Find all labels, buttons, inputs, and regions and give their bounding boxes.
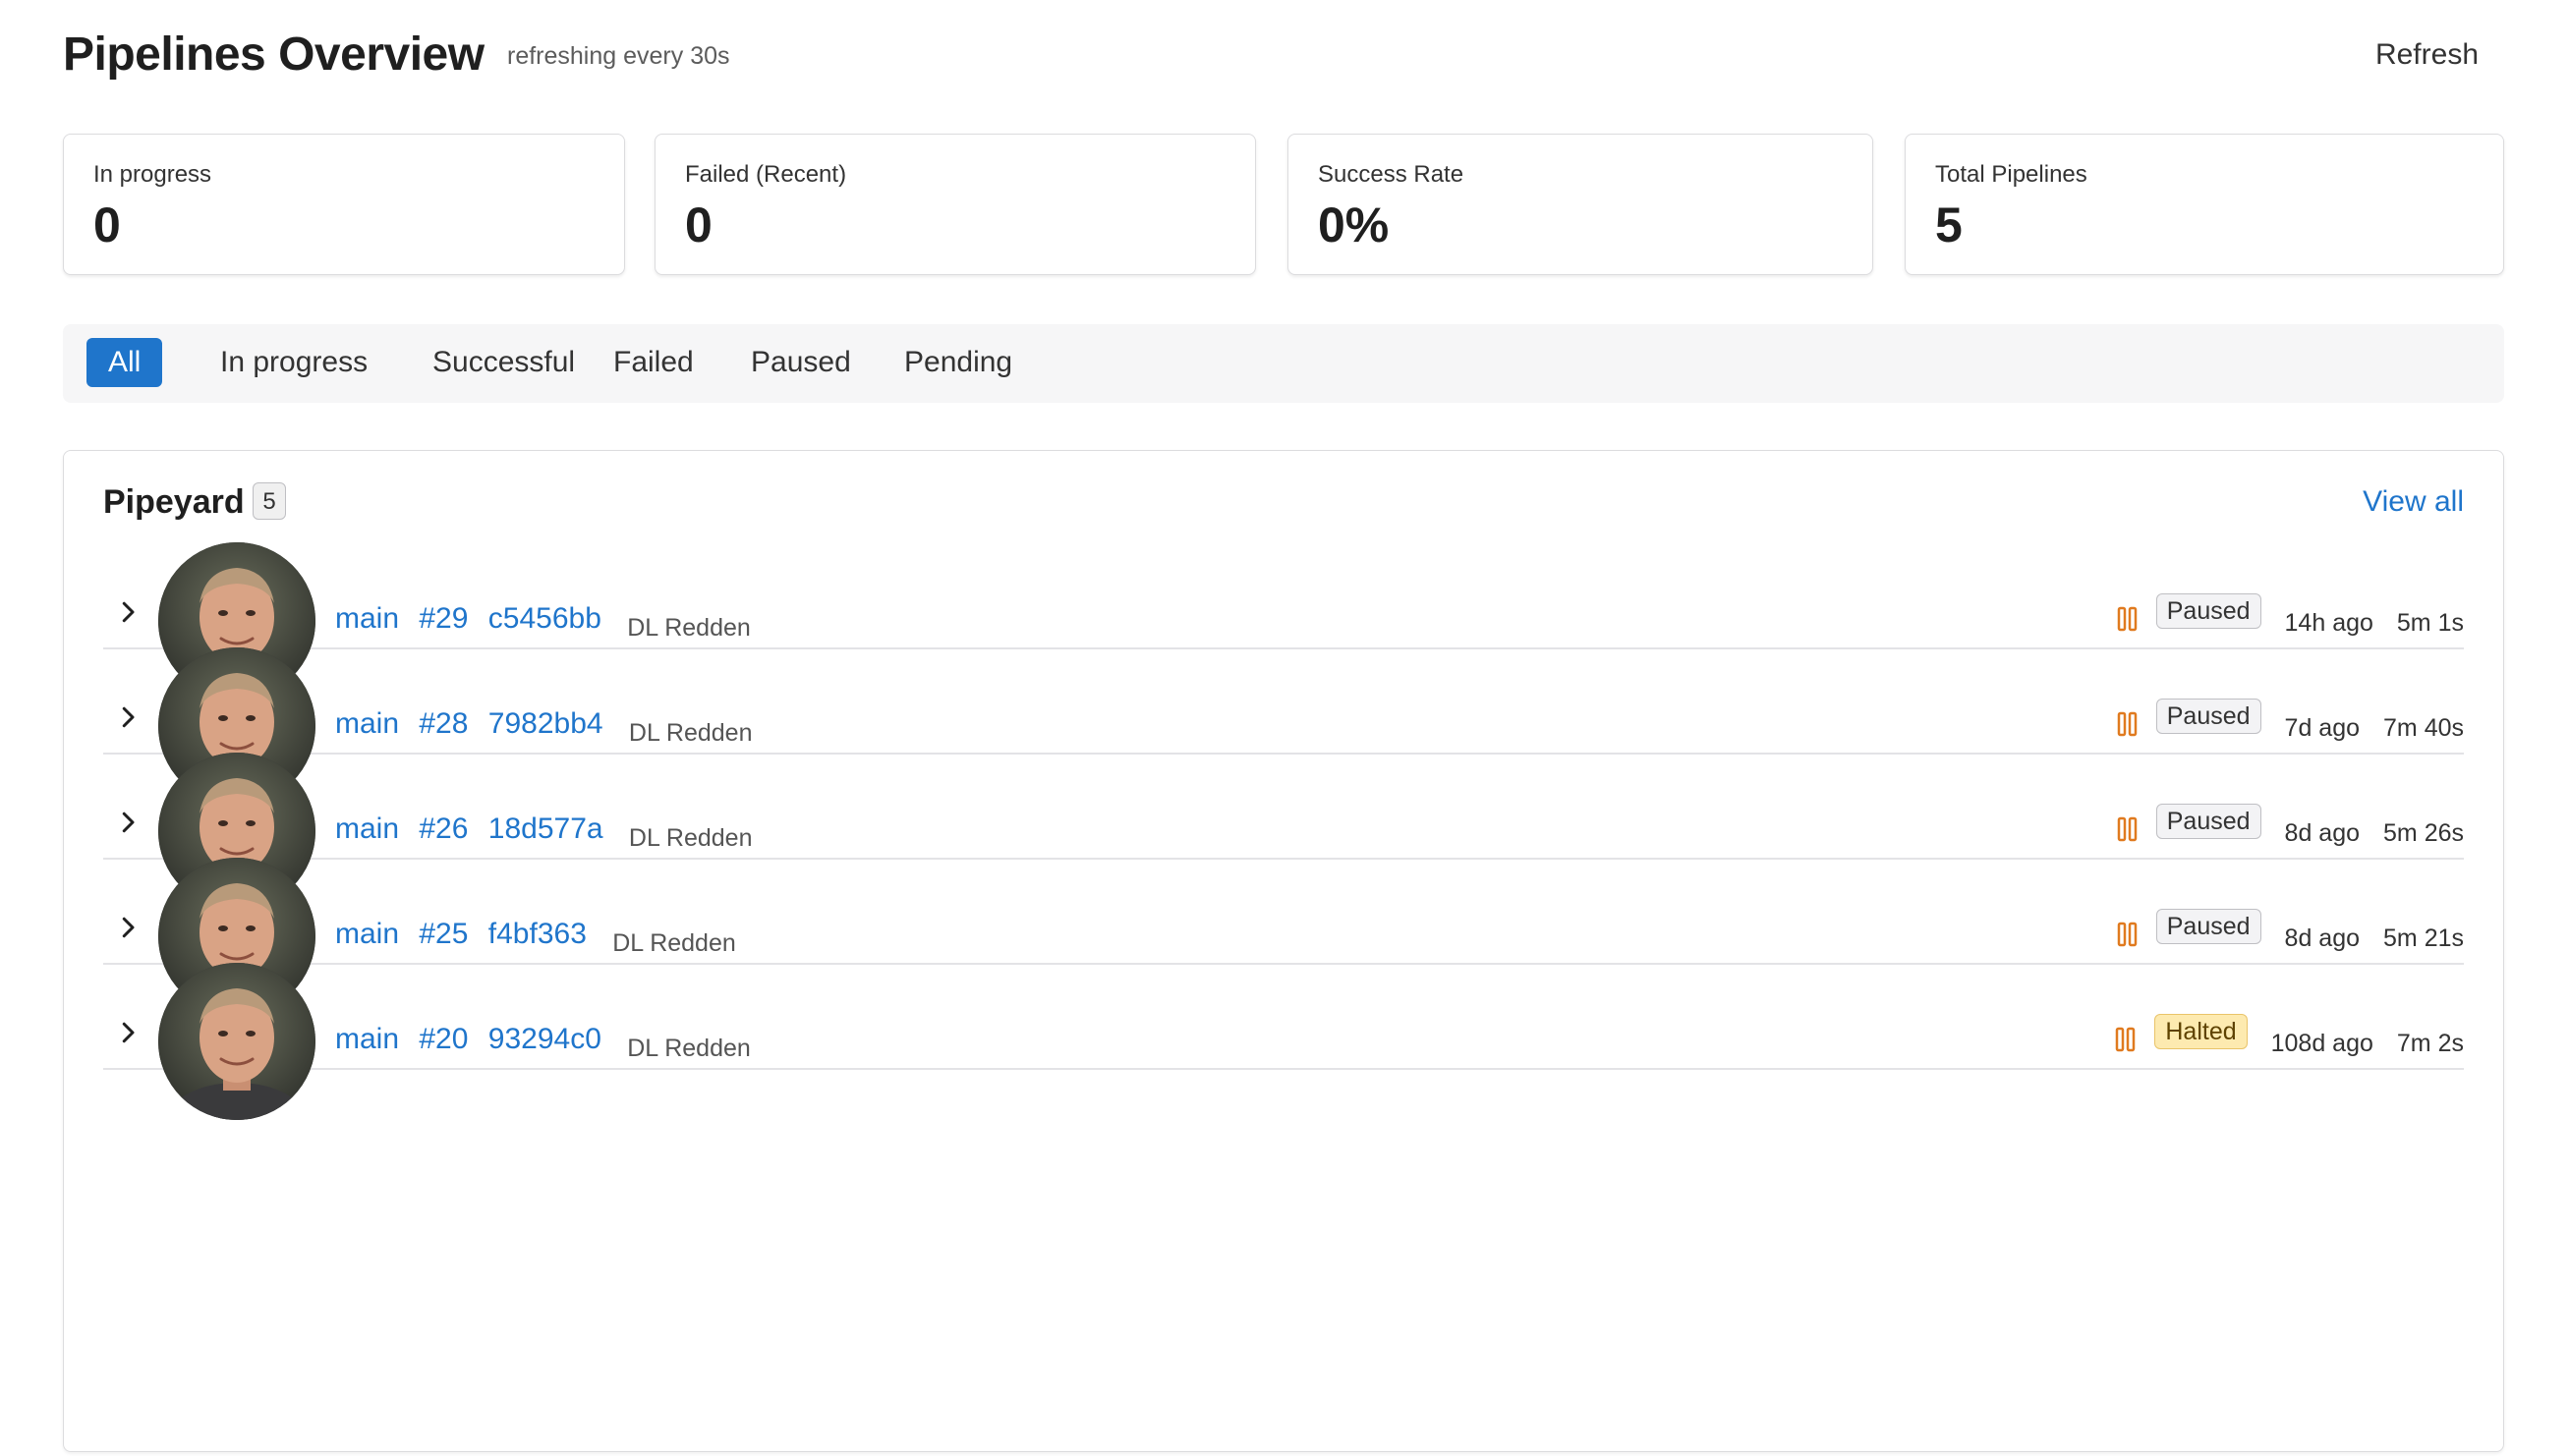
author-name: DL Redden <box>627 1035 751 1062</box>
refresh-interval-text: refreshing every 30s <box>507 42 730 70</box>
status-badge: Halted <box>2154 1014 2248 1049</box>
pause-icon <box>2117 711 2137 737</box>
author-name: DL Redden <box>627 614 751 642</box>
chevron-right-icon[interactable] <box>113 597 143 627</box>
stat-value: 0% <box>1318 197 1390 252</box>
page-header: Pipelines Overview refreshing every 30s … <box>63 28 2504 86</box>
stat-value: 5 <box>1935 197 1963 252</box>
commit-sha-link[interactable]: c5456bb <box>488 602 601 635</box>
pipeline-meta: main #20 93294c0 DL Redden <box>335 1020 751 1062</box>
commit-sha-link[interactable]: 7982bb4 <box>488 707 603 740</box>
duration: 5m 1s <box>2396 608 2464 637</box>
duration: 7m 40s <box>2383 713 2464 742</box>
stat-value: 0 <box>685 197 713 252</box>
stat-label: Total Pipelines <box>1935 161 2087 188</box>
pipeline-meta: main #25 f4bf363 DL Redden <box>335 915 736 957</box>
project-name: Pipeyard <box>103 483 245 521</box>
chevron-right-icon[interactable] <box>113 1018 143 1047</box>
commit-sha-link[interactable]: 18d577a <box>488 812 603 845</box>
pipeline-status-area: Paused 7d ago 7m 40s <box>2117 699 2464 744</box>
pipeline-number-link[interactable]: #28 <box>419 707 468 740</box>
pipeline-number-link[interactable]: #29 <box>419 602 468 635</box>
tab-all[interactable]: All <box>86 338 163 387</box>
stat-card-success-rate: Success Rate 0% <box>1287 134 1873 275</box>
pipeline-meta: main #28 7982bb4 DL Redden <box>335 704 753 747</box>
time-ago: 8d ago <box>2284 818 2361 847</box>
view-all-link[interactable]: View all <box>2363 482 2464 522</box>
time-ago: 108d ago <box>2270 1029 2373 1057</box>
pause-icon <box>2117 922 2137 947</box>
tab-paused[interactable]: Paused <box>729 338 873 387</box>
duration: 5m 26s <box>2383 818 2464 847</box>
author-name: DL Redden <box>628 824 753 852</box>
pause-icon <box>2117 606 2137 632</box>
tab-pending[interactable]: Pending <box>883 338 1034 387</box>
refresh-button[interactable]: Refresh <box>2369 33 2484 77</box>
status-badge: Paused <box>2155 804 2261 839</box>
pipeline-row: main #29 c5456bb DL Redden Paused 14h ag… <box>103 542 2464 700</box>
pipelines-panel: Pipeyard 5 View all main #29 c5456bb DL … <box>63 450 2504 1452</box>
status-filter-tabs: All In progress Successful Failed Paused… <box>63 324 2504 403</box>
time-ago: 8d ago <box>2284 924 2361 952</box>
stat-value: 0 <box>93 197 121 252</box>
pipeline-status-area: Paused 8d ago 5m 21s <box>2117 909 2464 954</box>
chevron-right-icon[interactable] <box>113 702 143 732</box>
stat-label: Success Rate <box>1318 161 1464 188</box>
time-ago: 14h ago <box>2284 608 2373 637</box>
pipeline-meta: main #29 c5456bb DL Redden <box>335 599 751 642</box>
stat-label: In progress <box>93 161 212 188</box>
stats-row: In progress 0 Failed (Recent) 0 Success … <box>63 134 2504 279</box>
pipeline-row: main #28 7982bb4 DL Redden Paused 7d ago… <box>103 647 2464 805</box>
pause-icon <box>2116 1027 2136 1052</box>
pipeline-number-link[interactable]: #25 <box>419 918 468 950</box>
duration: 5m 21s <box>2383 924 2464 952</box>
status-badge: Paused <box>2155 593 2261 629</box>
pipeline-status-area: Paused 8d ago 5m 26s <box>2117 804 2464 849</box>
commit-sha-link[interactable]: f4bf363 <box>488 918 587 950</box>
tab-successful[interactable]: Successful <box>411 338 597 387</box>
pipeline-status-area: Halted 108d ago 7m 2s <box>2115 1014 2464 1059</box>
status-badge: Paused <box>2155 699 2261 734</box>
pipeline-status-area: Paused 14h ago 5m 1s <box>2117 593 2464 639</box>
pause-icon <box>2117 816 2137 842</box>
pipeline-row: main #25 f4bf363 DL Redden Paused 8d ago… <box>103 858 2464 1015</box>
author-name: DL Redden <box>612 929 736 957</box>
branch-link[interactable]: main <box>335 602 399 635</box>
stat-card-in-progress: In progress 0 <box>63 134 625 275</box>
branch-link[interactable]: main <box>335 812 399 845</box>
pipeline-row: main #26 18d577a DL Redden Paused 8d ago… <box>103 753 2464 910</box>
chevron-right-icon[interactable] <box>113 913 143 942</box>
tab-in-progress[interactable]: In progress <box>199 338 389 387</box>
stat-card-failed-recent: Failed (Recent) 0 <box>655 134 1256 275</box>
status-badge: Paused <box>2155 909 2261 944</box>
pipeline-number-link[interactable]: #26 <box>419 812 468 845</box>
branch-link[interactable]: main <box>335 707 399 740</box>
chevron-right-icon[interactable] <box>113 808 143 837</box>
user-avatar <box>158 963 315 1120</box>
time-ago: 7d ago <box>2284 713 2361 742</box>
branch-link[interactable]: main <box>335 918 399 950</box>
stat-label: Failed (Recent) <box>685 161 847 188</box>
pipeline-number-link[interactable]: #20 <box>419 1023 468 1055</box>
duration: 7m 2s <box>2396 1029 2464 1057</box>
branch-link[interactable]: main <box>335 1023 399 1055</box>
tab-failed[interactable]: Failed <box>592 338 715 387</box>
pipeline-meta: main #26 18d577a DL Redden <box>335 810 753 852</box>
stat-card-total-pipelines: Total Pipelines 5 <box>1905 134 2504 275</box>
pipeline-count-badge: 5 <box>253 482 286 520</box>
page-title: Pipelines Overview <box>63 28 485 81</box>
commit-sha-link[interactable]: 93294c0 <box>488 1023 601 1055</box>
pipeline-row: main #20 93294c0 DL Redden Halted 108d a… <box>103 963 2464 1120</box>
author-name: DL Redden <box>628 719 753 747</box>
